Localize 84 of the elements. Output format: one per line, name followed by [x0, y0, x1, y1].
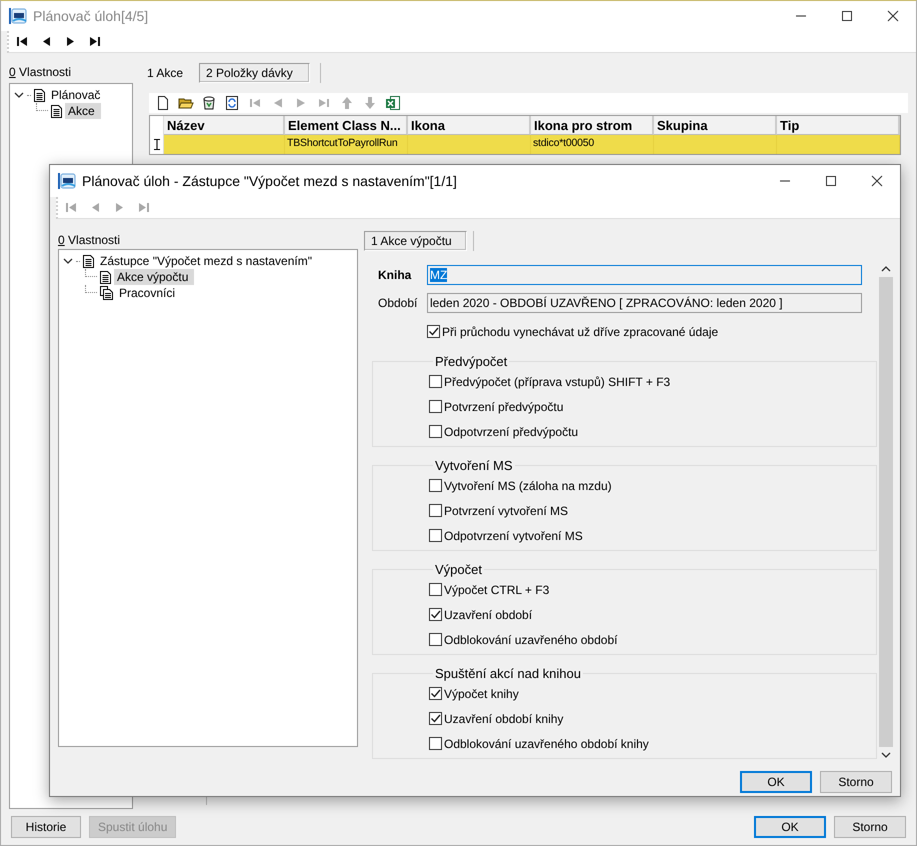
previous-record-icon[interactable]	[41, 37, 52, 46]
app-logo-icon	[9, 7, 27, 25]
document-icon	[51, 104, 62, 118]
tree-item[interactable]: Zástupce "Výpočet mezd s nastavením"	[97, 253, 318, 269]
column-header[interactable]: Skupina	[654, 116, 777, 135]
checkbox-label: Odpotvrzení předvýpočtu	[444, 424, 578, 438]
checkbox[interactable]	[429, 737, 442, 750]
checkbox-label: Předvýpočet (příprava vstupů) SHIFT + F3	[444, 374, 670, 388]
recycle-bin-icon[interactable]	[201, 95, 217, 111]
checkbox[interactable]	[429, 687, 442, 700]
checkbox[interactable]	[429, 583, 442, 596]
new-document-icon[interactable]	[155, 95, 171, 111]
tree-item[interactable]: Plánovač	[48, 87, 106, 103]
document-icon	[100, 270, 111, 284]
tab[interactable]: 1 Akce výpočtu	[364, 231, 467, 251]
column-header[interactable]: Ikona	[408, 116, 531, 135]
column-header[interactable]: Ikona pro strom	[531, 116, 654, 135]
window-title: Plánovač úloh[4/5]	[33, 8, 150, 24]
maximize-icon[interactable]	[841, 10, 853, 22]
group-title: Spuštění akcí nad knihou	[434, 666, 582, 681]
column-header[interactable]: Element Class N...	[285, 116, 408, 135]
scroll-up-icon[interactable]	[881, 265, 891, 273]
checkbox[interactable]	[429, 633, 442, 646]
group-title: Výpočet	[434, 562, 483, 577]
field-label: Období	[377, 296, 418, 310]
checkbox-label: Uzavření období	[444, 608, 532, 622]
first-record-icon[interactable]	[17, 37, 28, 46]
table-cell: TBShortcutToPayrollRun	[287, 137, 398, 149]
checkbox[interactable]	[429, 375, 442, 388]
checkbox-label: Odblokování uzavřeného období knihy	[444, 736, 649, 750]
tree-item[interactable]: Akce	[65, 103, 101, 119]
checkbox[interactable]	[429, 425, 442, 438]
close-icon[interactable]	[871, 175, 883, 187]
checkbox[interactable]	[429, 479, 442, 492]
tree-item[interactable]: Akce výpočtu	[114, 269, 194, 285]
refresh-document-icon[interactable]	[224, 95, 240, 111]
document-icon	[83, 254, 94, 268]
group-title: Vytvoření MS	[434, 458, 514, 473]
ok-button[interactable]: OK	[740, 771, 812, 793]
maximize-icon[interactable]	[825, 175, 837, 187]
action-button[interactable]: Historie	[11, 816, 81, 838]
period-field[interactable]: leden 2020 - OBDOBÍ UZAVŘENO [ ZPRACOVÁNO: leden 2020 ]	[427, 293, 862, 313]
checkbox[interactable]	[429, 400, 442, 413]
checkbox[interactable]	[429, 504, 442, 517]
tree-item[interactable]: Pracovníci	[116, 285, 182, 301]
chevron-down-icon[interactable]	[14, 91, 24, 99]
dialog-title: Plánovač úloh - Zástupce "Výpočet mezd s nastavením"[1/1]	[82, 173, 458, 189]
checkbox-label: Výpočet CTRL + F3	[444, 582, 550, 596]
checkbox-label: Potvrzení předvýpočtu	[444, 400, 564, 414]
close-icon[interactable]	[887, 10, 899, 22]
checkbox-label: Uzavření období knihy	[444, 712, 564, 726]
checkbox-label: Potvrzení vytvoření MS	[444, 504, 568, 518]
app-logo-icon	[58, 172, 76, 190]
checkbox-label: Výpočet knihy	[444, 686, 519, 700]
column-header[interactable]: Tip	[777, 116, 900, 135]
checkbox[interactable]	[429, 529, 442, 542]
last-record-icon[interactable]	[89, 37, 100, 46]
cancel-button[interactable]: Storno	[820, 771, 892, 793]
ok-button[interactable]: OK	[754, 816, 826, 838]
checkbox[interactable]	[429, 608, 442, 621]
field-label: Kniha	[377, 268, 412, 282]
text-cursor-icon	[154, 139, 160, 150]
column-header[interactable]: Název	[164, 116, 285, 135]
checkbox-label: Odblokování uzavřeného období	[444, 632, 618, 646]
document-icon	[34, 88, 45, 102]
spreadsheet-icon[interactable]	[385, 95, 401, 111]
checkbox-label: Při průchodu vynechávat už dříve zpracované údaje	[442, 324, 718, 338]
checkbox-label: Odpotvrzení vytvoření MS	[444, 528, 583, 542]
cancel-button[interactable]: Storno	[834, 816, 906, 838]
next-record-icon[interactable]	[65, 37, 76, 46]
chevron-down-icon[interactable]	[63, 257, 73, 265]
scroll-down-icon[interactable]	[881, 751, 891, 759]
group-title: Předvýpočet	[434, 354, 508, 369]
properties-label: 0 Vlastnosti	[9, 65, 72, 81]
documents-icon	[100, 286, 113, 300]
checkbox[interactable]	[429, 712, 442, 725]
checkbox[interactable]	[427, 325, 440, 338]
table-row[interactable]: TBShortcutToPayrollRun stdico*t00050	[150, 135, 900, 154]
tab[interactable]: 1 Akce	[141, 63, 190, 83]
book-field[interactable]: MZ	[427, 265, 862, 285]
table-cell: stdico*t00050	[533, 137, 594, 149]
checkbox-label: Vytvoření MS (záloha na mzdu)	[444, 478, 612, 492]
properties-label: 0 Vlastnosti	[58, 233, 122, 249]
tab[interactable]: 2 Položky dávky	[199, 63, 310, 83]
